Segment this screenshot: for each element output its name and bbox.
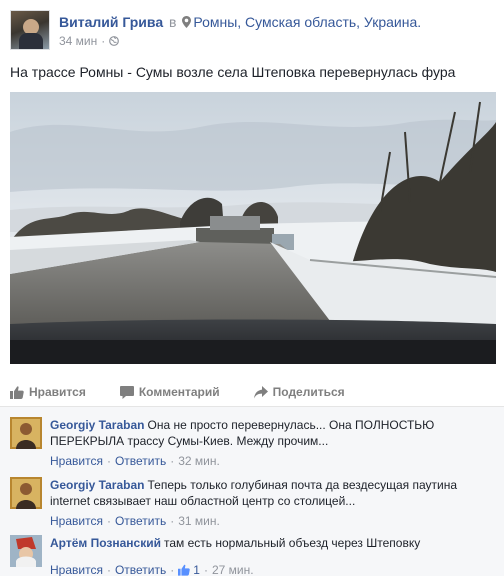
comment-item: Georgiy Taraban Теперь только голубиная п…: [10, 477, 494, 531]
comment-item: Georgiy Taraban Она не просто перевернула…: [10, 417, 494, 477]
comment-author[interactable]: Georgiy Taraban: [50, 478, 144, 492]
in-word: в: [169, 14, 177, 30]
author-avatar[interactable]: [10, 10, 50, 50]
location-link[interactable]: Ромны, Сумская область, Украина.: [193, 14, 421, 30]
globe-icon[interactable]: [109, 36, 120, 46]
post-time[interactable]: 34 мин: [59, 34, 97, 48]
post-photo[interactable]: [10, 92, 496, 364]
post-actions: Нравится Комментарий Поделиться: [10, 378, 494, 406]
share-button[interactable]: Поделиться: [253, 385, 345, 399]
post-text: На трассе Ромны - Сумы возле села Штепов…: [10, 64, 456, 80]
commenter-avatar[interactable]: [10, 477, 42, 509]
comment-text: там есть нормальный объезд через Штеповк…: [163, 536, 421, 550]
comment-like-link[interactable]: Нравится: [50, 454, 103, 468]
comment-button[interactable]: Комментарий: [119, 385, 220, 399]
commenter-avatar[interactable]: [10, 535, 42, 567]
commenter-avatar[interactable]: [10, 417, 42, 449]
comment-like-link[interactable]: Нравится: [50, 514, 103, 528]
comment-label: Комментарий: [138, 385, 220, 399]
comment-author[interactable]: Артём Познанский: [50, 536, 161, 550]
comment-time[interactable]: 32 мин.: [178, 454, 220, 468]
comment-time[interactable]: 27 мин.: [212, 563, 254, 576]
comment-body: Georgiy Taraban Теперь только голубиная п…: [50, 477, 490, 509]
share-label: Поделиться: [272, 385, 345, 399]
comment-like-link[interactable]: Нравится: [50, 563, 103, 576]
comment-body: Georgiy Taraban Она не просто перевернула…: [50, 417, 490, 449]
comments-section: Georgiy Taraban Она не просто перевернула…: [0, 406, 504, 576]
comment-item: Артём Познанский там есть нормальный объе…: [10, 535, 494, 576]
comment-like-count[interactable]: 1: [178, 563, 200, 576]
comment-author[interactable]: Georgiy Taraban: [50, 418, 144, 432]
comment-icon: [119, 385, 134, 399]
header-line: Виталий Грива в Ромны, Сумская область, …: [59, 14, 421, 30]
pin-icon: [182, 16, 192, 28]
comment-actions: Нравится · Ответить · 32 мин.: [50, 454, 220, 468]
comment-reply-link[interactable]: Ответить: [115, 563, 166, 576]
share-icon: [253, 385, 268, 398]
post-meta: 34 мин ·: [59, 34, 120, 48]
comment-time[interactable]: 31 мин.: [178, 514, 220, 528]
thumbs-up-icon: [178, 564, 191, 576]
author-name[interactable]: Виталий Грива: [59, 14, 163, 30]
comment-actions: Нравится · Ответить · 31 мин.: [50, 514, 220, 528]
meta-separator: ·: [101, 34, 106, 48]
comment-body: Артём Познанский там есть нормальный объе…: [50, 535, 490, 551]
like-count-value: 1: [193, 563, 200, 576]
thumbs-up-icon: [10, 385, 24, 399]
comment-reply-link[interactable]: Ответить: [115, 454, 166, 468]
like-label: Нравится: [29, 385, 86, 399]
like-button[interactable]: Нравится: [10, 385, 86, 399]
post-header: Виталий Грива в Ромны, Сумская область, …: [10, 10, 490, 52]
comment-reply-link[interactable]: Ответить: [115, 514, 166, 528]
comment-actions: Нравится · Ответить · 1 · 27 мин.: [50, 563, 254, 576]
